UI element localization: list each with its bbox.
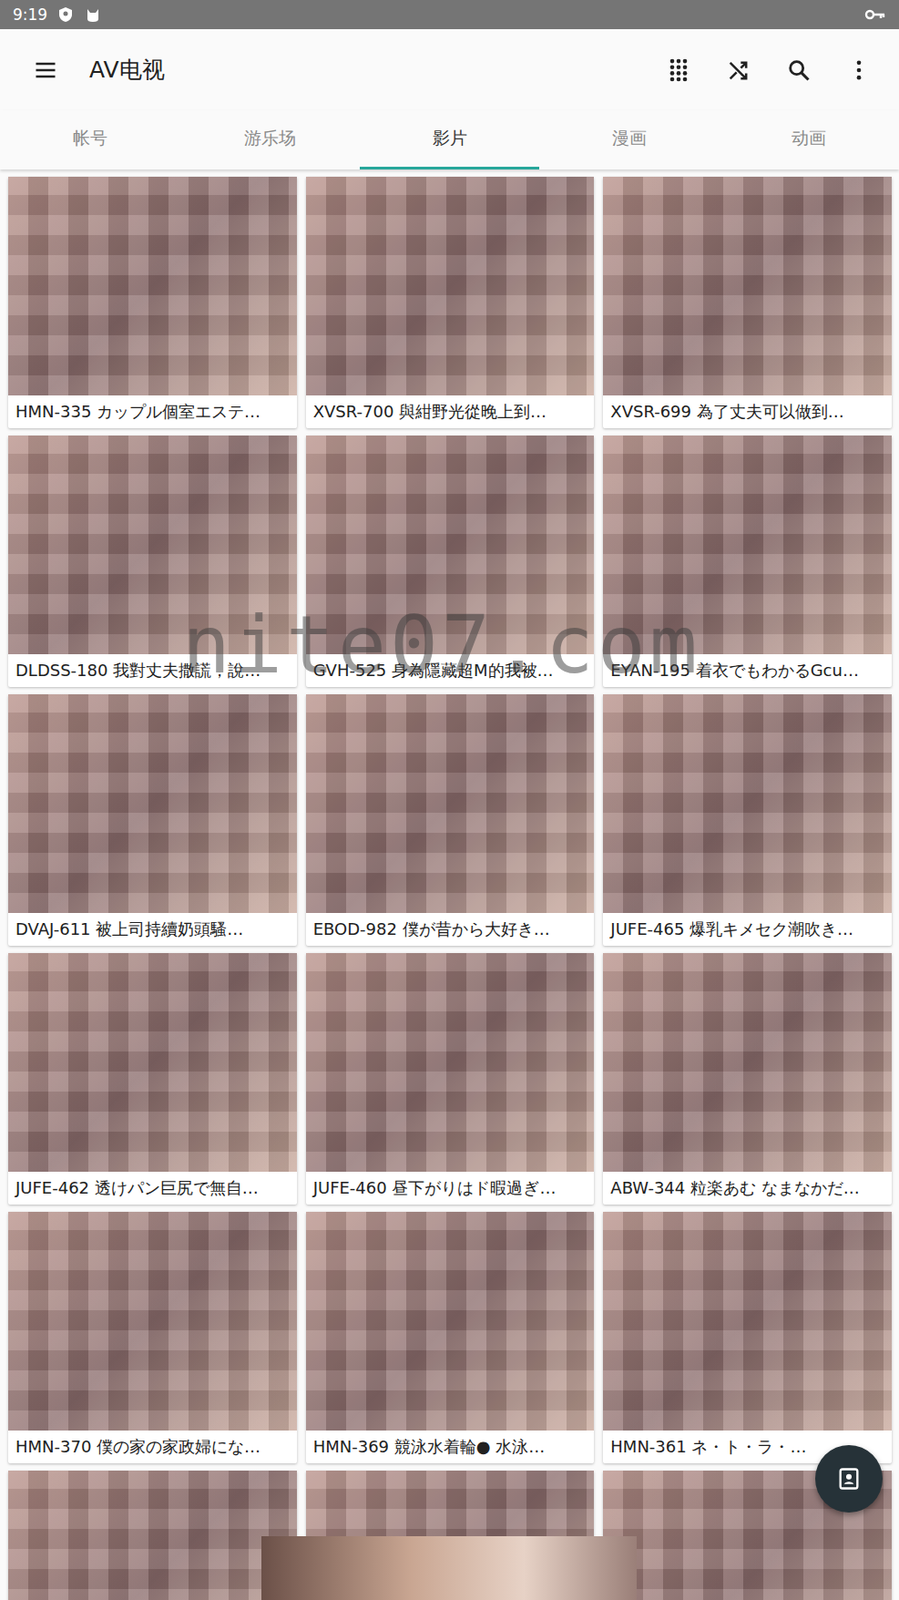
video-title: GVH-525 身為隱藏超M的我被… (306, 653, 595, 687)
video-grid: HMN-335 カップル個室エステ… XVSR-700 與紺野光從晚上到… XV… (0, 169, 899, 1600)
video-title: JUFE-460 昼下がりはド暇過ぎ… (306, 1171, 595, 1205)
cat-icon (83, 5, 103, 24)
video-thumbnail (306, 435, 595, 654)
video-card[interactable]: HMN-335 カップル個室エステ… (8, 176, 297, 429)
video-card[interactable] (8, 1470, 297, 1600)
video-card[interactable]: DLDSS-180 我對丈夫撒謊，說… (8, 435, 297, 687)
tab[interactable]: 漫画 (539, 110, 719, 170)
more-icon[interactable] (846, 57, 872, 83)
watermark: nite07.com (182, 597, 702, 692)
video-title: EBOD-982 僕が昔から大好き… (306, 912, 595, 946)
video-title: EYAN-195 着衣でもわかるGcu… (602, 653, 892, 687)
shield-icon (56, 5, 75, 24)
contacts-fab[interactable] (815, 1444, 883, 1512)
vpn-key-icon (864, 7, 887, 22)
video-thumbnail (602, 694, 892, 913)
video-thumbnail (602, 435, 892, 654)
video-title: XVSR-700 與紺野光從晚上到… (306, 395, 595, 429)
video-title: JUFE-465 爆乳キメセク潮吹き… (602, 912, 892, 946)
search-icon[interactable] (786, 57, 812, 83)
video-title: HMN-370 僕の家の家政婦にな… (8, 1430, 297, 1463)
tab[interactable]: 影片 (359, 110, 540, 170)
video-thumbnail (8, 435, 297, 654)
video-thumbnail (8, 176, 297, 396)
tab[interactable]: 动画 (719, 110, 899, 170)
video-thumbnail (602, 952, 892, 1172)
video-title: DVAJ-611 被上司持續奶頭騷… (8, 912, 297, 946)
video-thumbnail (8, 1211, 297, 1431)
video-thumbnail (8, 1470, 297, 1600)
video-thumbnail (306, 694, 595, 913)
video-thumbnail (8, 694, 297, 913)
video-title: HMN-335 カップル個室エステ… (8, 395, 297, 429)
video-card[interactable]: HMN-369 競泳水着輪● 水泳… (306, 1211, 595, 1463)
video-card[interactable]: EYAN-195 着衣でもわかるGcu… (602, 435, 892, 687)
menu-icon[interactable] (32, 57, 59, 83)
video-card[interactable]: DVAJ-611 被上司持續奶頭騷… (8, 694, 297, 946)
ad-banner[interactable] (261, 1535, 637, 1600)
video-thumbnail (602, 1211, 892, 1431)
video-title: XVSR-699 為了丈夫可以做到… (602, 395, 892, 429)
video-card[interactable]: JUFE-465 爆乳キメセク潮吹き… (602, 694, 892, 946)
video-card[interactable]: HMN-370 僕の家の家政婦にな… (8, 1211, 297, 1463)
video-card[interactable]: XVSR-700 與紺野光從晚上到… (306, 176, 595, 429)
video-card[interactable]: JUFE-460 昼下がりはド暇過ぎ… (306, 952, 595, 1205)
status-time: 9:19 (12, 5, 48, 24)
video-card[interactable]: HMN-361 ネ・ト・ラ・… (602, 1211, 892, 1463)
screen: 9:19 AV电视 帐号游乐场影片漫画动画 HMN-335 カップル個室エステ…… (0, 0, 899, 1600)
toolbar: AV电视 (0, 29, 899, 111)
video-card[interactable]: ABW-344 粒楽あむ なまなかだ… (602, 952, 892, 1205)
video-card[interactable]: EBOD-982 僕が昔から大好き… (306, 694, 595, 946)
tab-bar: 帐号游乐场影片漫画动画 (0, 110, 899, 170)
video-card[interactable]: XVSR-699 為了丈夫可以做到… (602, 176, 892, 429)
status-bar: 9:19 (0, 0, 899, 30)
video-thumbnail (306, 1211, 595, 1431)
dialpad-icon[interactable] (665, 57, 692, 83)
shuffle-icon[interactable] (725, 57, 752, 83)
video-thumbnail (8, 952, 297, 1172)
video-thumbnail (306, 176, 595, 396)
video-title: DLDSS-180 我對丈夫撒謊，說… (8, 653, 297, 687)
video-card[interactable]: JUFE-462 透けパン巨尻で無自… (8, 952, 297, 1205)
tab[interactable]: 帐号 (0, 110, 180, 170)
app-title: AV电视 (89, 54, 165, 85)
video-title: ABW-344 粒楽あむ なまなかだ… (602, 1171, 892, 1205)
tab[interactable]: 游乐场 (179, 110, 359, 170)
video-title: HMN-369 競泳水着輪● 水泳… (306, 1430, 595, 1463)
video-card[interactable]: GVH-525 身為隱藏超M的我被… (306, 435, 595, 687)
video-thumbnail (602, 176, 892, 396)
contact-card-icon (836, 1465, 862, 1492)
video-title: JUFE-462 透けパン巨尻で無自… (8, 1171, 297, 1205)
video-thumbnail (306, 952, 595, 1172)
